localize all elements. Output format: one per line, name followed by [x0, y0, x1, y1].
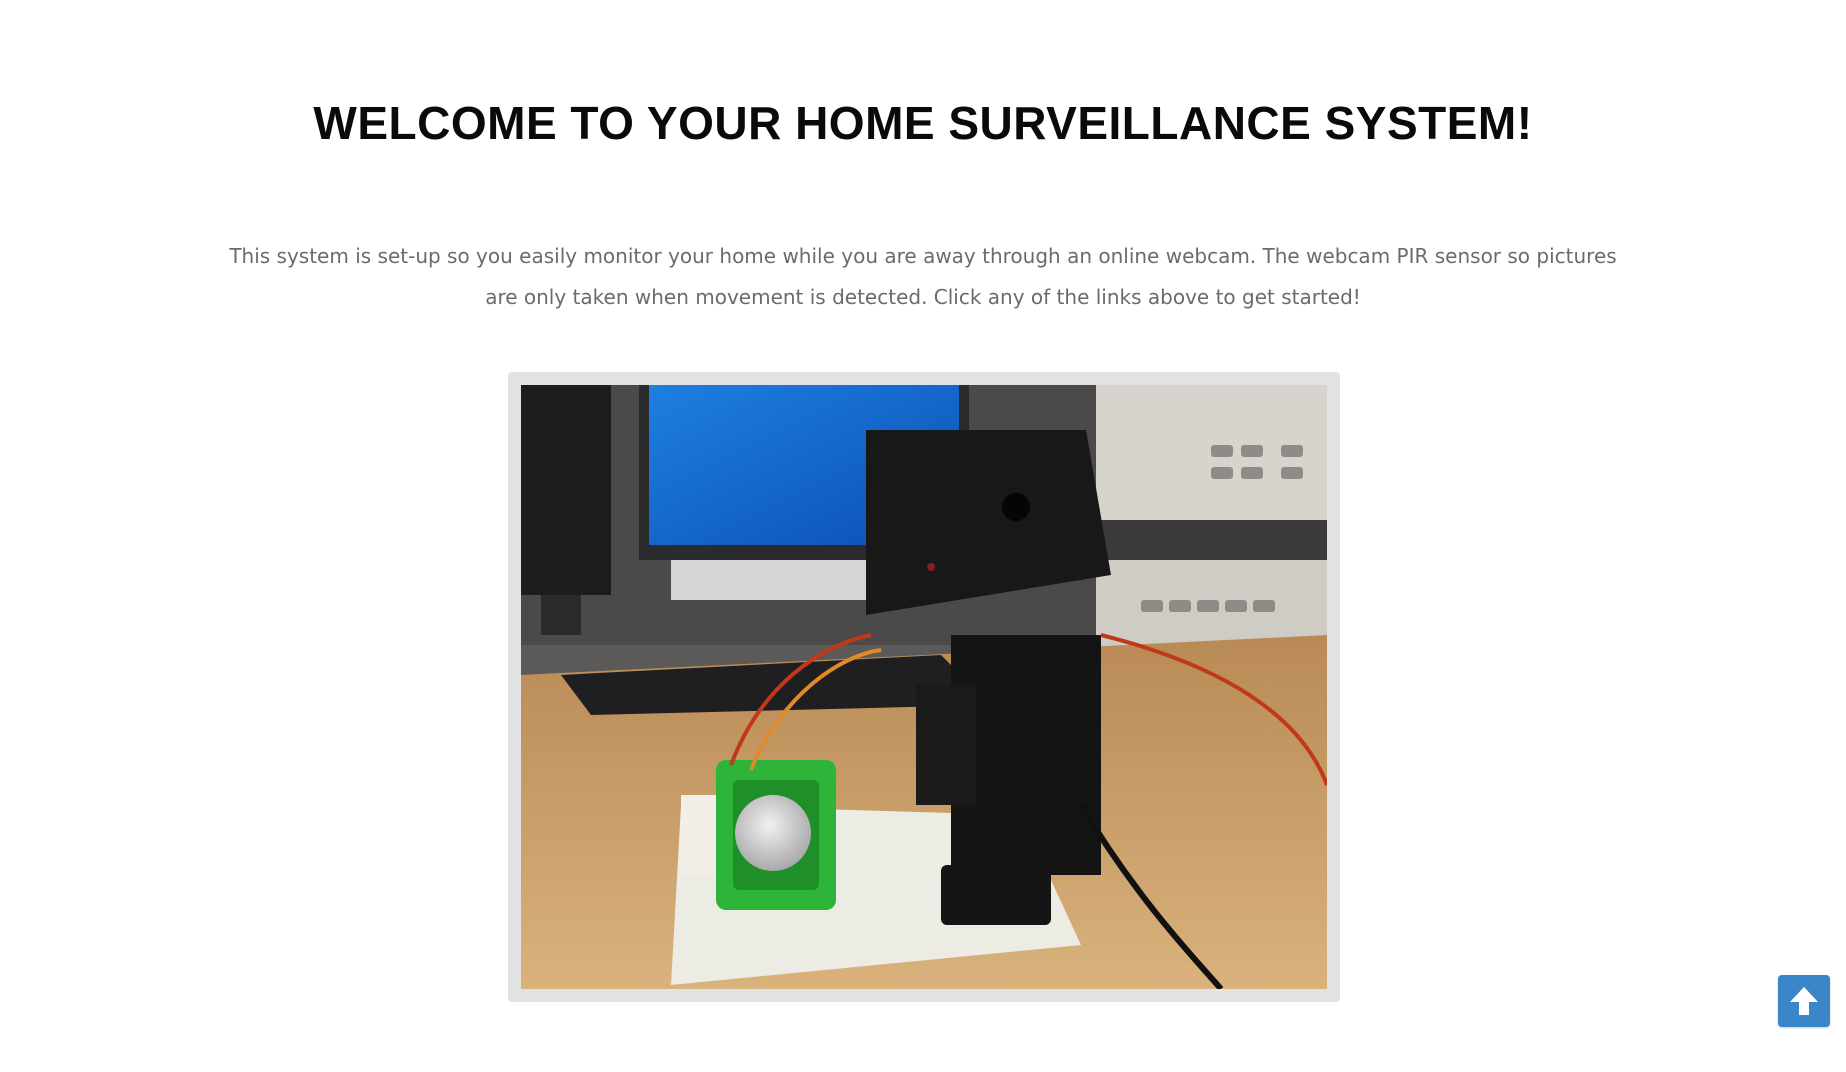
- page: WELCOME TO YOUR HOME SURVEILLANCE SYSTEM…: [0, 0, 1846, 1072]
- intro-text: This system is set-up so you easily moni…: [229, 244, 1617, 309]
- page-title: WELCOME TO YOUR HOME SURVEILLANCE SYSTEM…: [313, 97, 1533, 149]
- back-to-top-button[interactable]: [1778, 975, 1830, 1027]
- hero-image-frame: [508, 372, 1340, 1002]
- hero-image: [521, 385, 1327, 989]
- hero-photo-illustration: [521, 385, 1327, 989]
- arrow-up-icon: [1790, 987, 1818, 1015]
